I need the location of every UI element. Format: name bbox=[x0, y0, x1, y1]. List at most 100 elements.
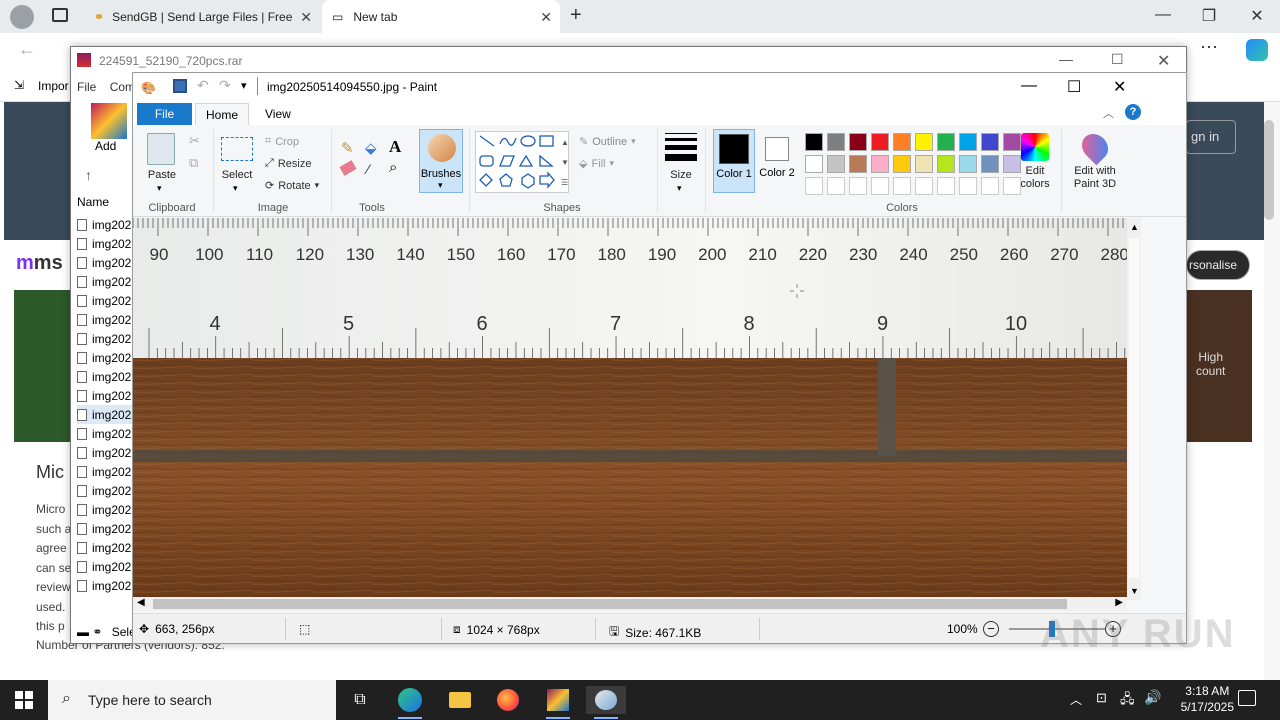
color-swatch[interactable] bbox=[805, 133, 823, 151]
tab-view[interactable]: View bbox=[255, 103, 301, 125]
browser-close-button[interactable]: ✕ bbox=[1234, 6, 1280, 28]
crop-button[interactable]: ⌗ Crop bbox=[265, 135, 299, 148]
magnifier-icon[interactable]: ⌕ bbox=[389, 159, 397, 176]
custom-color-swatch[interactable] bbox=[849, 177, 867, 195]
shapes-scroll-icon[interactable]: ▲ ▼ ☰ bbox=[561, 133, 569, 193]
custom-color-swatch[interactable] bbox=[871, 177, 889, 195]
list-item[interactable]: img202! bbox=[77, 291, 139, 310]
paste-dropdown-icon[interactable]: ▾ bbox=[157, 183, 162, 194]
color-swatch[interactable] bbox=[827, 155, 845, 173]
select-icon[interactable] bbox=[221, 137, 253, 161]
tab-actions-icon[interactable] bbox=[52, 8, 68, 22]
list-item[interactable]: img202! bbox=[77, 462, 139, 481]
profile-avatar[interactable] bbox=[10, 5, 34, 29]
custom-color-swatch[interactable] bbox=[915, 177, 933, 195]
close-tab-icon[interactable]: ✕ bbox=[300, 9, 312, 26]
list-item[interactable]: img202! bbox=[77, 386, 139, 405]
volume-icon[interactable]: 🔊 bbox=[1144, 689, 1161, 706]
edge-taskbar-button[interactable] bbox=[390, 686, 430, 719]
winrar-add-label[interactable]: Add bbox=[95, 139, 116, 153]
close-tab-icon[interactable]: ✕ bbox=[540, 9, 552, 26]
color-swatch[interactable] bbox=[849, 133, 867, 151]
color-swatch[interactable] bbox=[849, 155, 867, 173]
rotate-button[interactable]: ⟳ Rotate ▾ bbox=[265, 179, 319, 193]
list-item[interactable]: img202! bbox=[77, 310, 139, 329]
list-item[interactable]: img202! bbox=[77, 234, 139, 253]
fill-button[interactable]: ⬙ Fill ▾ bbox=[579, 157, 614, 171]
msn-logo[interactable]: mms bbox=[16, 252, 63, 275]
list-item[interactable]: img202! bbox=[77, 329, 139, 348]
paste-button[interactable]: Paste bbox=[145, 169, 179, 181]
custom-color-swatch[interactable] bbox=[937, 177, 955, 195]
color-swatch[interactable] bbox=[937, 155, 955, 173]
paint-maximize-button[interactable]: ☐ bbox=[1067, 77, 1081, 97]
tab-sendgb[interactable]: ⚭ SendGB | Send Large Files | Free f ✕ bbox=[84, 0, 320, 33]
custom-color-swatch[interactable] bbox=[959, 177, 977, 195]
color-swatch[interactable] bbox=[915, 133, 933, 151]
outline-button[interactable]: ✎ Outline ▾ bbox=[579, 135, 636, 149]
winrar-close-button[interactable]: ✕ bbox=[1157, 51, 1170, 71]
tab-home[interactable]: Home bbox=[195, 103, 250, 125]
shapes-gallery[interactable] bbox=[475, 131, 569, 193]
color-swatch[interactable] bbox=[805, 155, 823, 173]
paste-icon[interactable] bbox=[147, 133, 175, 165]
list-item[interactable]: img202! bbox=[77, 443, 139, 462]
tab-file[interactable]: File bbox=[137, 103, 192, 125]
paint-taskbar-button[interactable] bbox=[586, 686, 626, 719]
color-swatch[interactable] bbox=[1003, 155, 1021, 173]
redo-icon[interactable]: ↷ bbox=[219, 77, 231, 94]
winrar-minimize-button[interactable]: — bbox=[1059, 51, 1073, 67]
file-explorer-taskbar-button[interactable] bbox=[440, 686, 480, 714]
size-icon[interactable] bbox=[665, 133, 697, 161]
custom-color-swatch[interactable] bbox=[805, 177, 823, 195]
text-tool-icon[interactable]: A bbox=[389, 137, 401, 157]
color-swatch[interactable] bbox=[981, 155, 999, 173]
winrar-add-icon[interactable] bbox=[91, 103, 127, 139]
system-clock[interactable]: 3:18 AM 5/17/2025 bbox=[1181, 683, 1234, 715]
brushes-button[interactable]: Brushes ▾ bbox=[419, 129, 463, 193]
show-hidden-icons-icon[interactable]: ︿ bbox=[1070, 691, 1082, 708]
collapse-ribbon-icon[interactable]: ︿ bbox=[1103, 105, 1114, 121]
cut-icon[interactable]: ✂ bbox=[189, 133, 200, 149]
task-view-button[interactable]: ⧉ bbox=[340, 686, 380, 714]
list-item[interactable]: img202! bbox=[77, 405, 139, 424]
list-item[interactable]: img202! bbox=[77, 500, 139, 519]
color-swatch[interactable] bbox=[915, 155, 933, 173]
list-item[interactable]: img202! bbox=[77, 538, 139, 557]
canvas-horizontal-scrollbar[interactable]: ◀ ▶ bbox=[133, 597, 1127, 611]
help-icon[interactable]: ? bbox=[1125, 104, 1141, 120]
up-folder-icon[interactable]: ↑ bbox=[85, 167, 92, 183]
canvas-image[interactable]: 90 100 110 120 130 140 150 160 170 180 190 200 210 22… bbox=[133, 218, 1127, 598]
more-menu-icon[interactable]: ⋯ bbox=[1200, 37, 1218, 58]
color-swatch[interactable] bbox=[827, 133, 845, 151]
page-scrollbar-thumb[interactable] bbox=[1264, 120, 1274, 220]
canvas-vertical-scrollbar[interactable]: ▲ ▼ bbox=[1127, 218, 1141, 600]
color-swatch[interactable] bbox=[893, 133, 911, 151]
edit-colors-icon[interactable] bbox=[1021, 133, 1049, 161]
network-icon[interactable]: ⊡ bbox=[1096, 690, 1107, 706]
copy-icon[interactable]: ⧉ bbox=[189, 155, 198, 171]
color-swatch[interactable] bbox=[893, 155, 911, 173]
size-dropdown-icon[interactable]: ▾ bbox=[677, 183, 682, 194]
color1-button[interactable]: Color 1 bbox=[713, 129, 755, 193]
pencil-icon[interactable]: ✎ bbox=[341, 139, 354, 157]
paint-close-button[interactable]: ✕ bbox=[1113, 77, 1126, 97]
notifications-icon[interactable] bbox=[1238, 690, 1256, 706]
list-item[interactable]: img202! bbox=[77, 272, 139, 291]
tab-new-tab[interactable]: ▭ New tab ✕ bbox=[322, 0, 560, 33]
list-item[interactable]: img202! bbox=[77, 481, 139, 500]
eraser-icon[interactable] bbox=[339, 160, 357, 176]
paint3d-icon[interactable] bbox=[1076, 128, 1114, 166]
list-item[interactable]: img202! bbox=[77, 557, 139, 576]
color-swatch[interactable] bbox=[959, 133, 977, 151]
zoom-out-button[interactable]: − bbox=[983, 621, 999, 637]
quick-access-dropdown-icon[interactable]: ▾ bbox=[241, 79, 247, 92]
select-dropdown-icon[interactable]: ▾ bbox=[233, 183, 238, 194]
list-item[interactable]: img202! bbox=[77, 348, 139, 367]
edit-with-paint3d-button[interactable]: Edit with Paint 3D bbox=[1067, 165, 1123, 191]
custom-color-swatch[interactable] bbox=[1003, 177, 1021, 195]
fill-bucket-icon[interactable]: ⬙ bbox=[365, 139, 377, 157]
import-favorites-link[interactable]: Impor bbox=[38, 79, 69, 93]
winrar-taskbar-button[interactable] bbox=[538, 686, 578, 719]
color-swatch[interactable] bbox=[981, 133, 999, 151]
